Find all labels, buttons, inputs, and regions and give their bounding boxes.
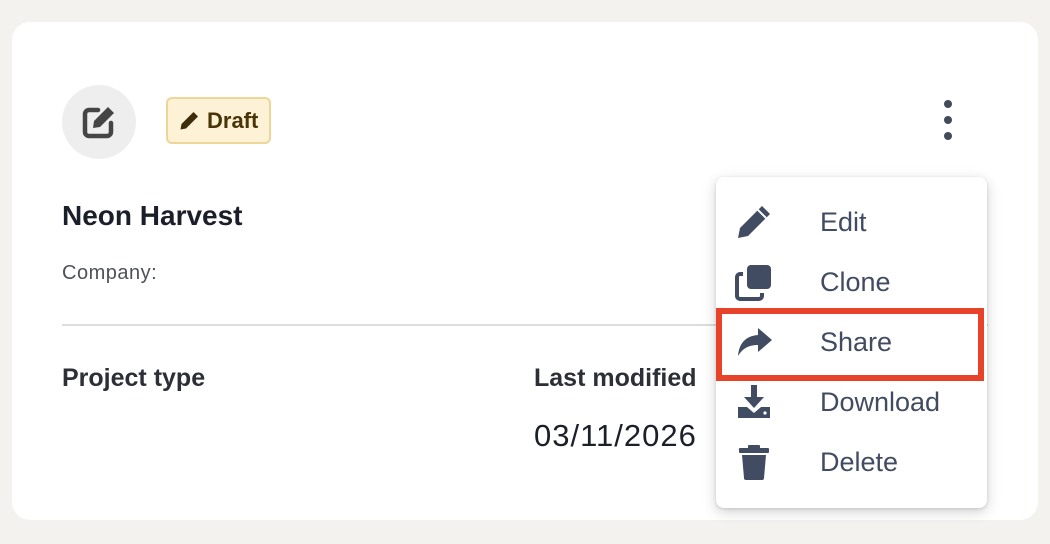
status-badge: Draft — [166, 97, 272, 144]
pencil-icon — [178, 110, 200, 132]
clone-icon — [734, 262, 774, 302]
menu-item-delete[interactable]: Delete — [716, 432, 987, 492]
last-modified-value: 03/11/2026 — [534, 418, 697, 453]
status-badge-label: Draft — [207, 107, 259, 133]
menu-item-label: Edit — [820, 206, 867, 237]
menu-item-clone[interactable]: Clone — [716, 252, 987, 312]
company-label: Company: — [62, 262, 158, 284]
menu-item-download[interactable]: Download — [716, 372, 987, 432]
menu-item-share[interactable]: Share — [716, 312, 987, 372]
menu-item-label: Clone — [820, 266, 891, 297]
context-menu: Edit Clone Share Download Delete — [716, 177, 987, 508]
project-title: Neon Harvest — [62, 200, 243, 231]
kebab-dot — [944, 116, 952, 124]
menu-item-edit[interactable]: Edit — [716, 192, 987, 252]
share-arrow-icon — [734, 322, 774, 362]
project-type-label: Project type — [62, 364, 206, 392]
menu-item-label: Delete — [820, 446, 899, 477]
edit-square-icon — [62, 85, 136, 159]
download-icon — [734, 382, 774, 422]
more-options-button[interactable] — [930, 98, 966, 142]
last-modified-label: Last modified — [534, 364, 697, 392]
trash-icon — [734, 442, 774, 482]
pencil-icon — [734, 202, 774, 242]
kebab-dot — [944, 100, 952, 108]
menu-item-label: Download — [820, 386, 941, 417]
menu-item-label: Share — [820, 326, 893, 357]
kebab-dot — [944, 132, 952, 140]
